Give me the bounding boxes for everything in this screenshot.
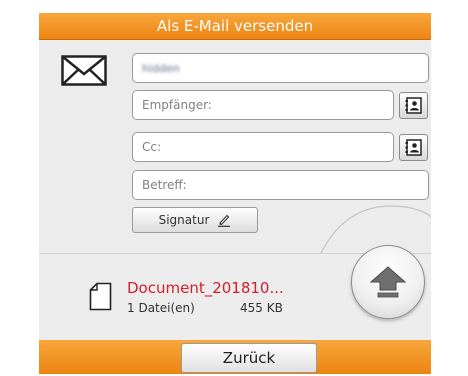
pen-icon	[217, 213, 231, 227]
signature-label: Signatur	[158, 213, 210, 227]
envelope-icon	[61, 55, 107, 86]
send-upload-button[interactable]	[351, 245, 425, 319]
attachment-name: Document_201810...	[127, 279, 284, 297]
address-book-icon	[405, 139, 422, 156]
attachment-count: 1 Datei(en)	[127, 301, 195, 315]
address-book-icon	[405, 97, 422, 114]
subject-input[interactable]: Betreff:	[132, 170, 429, 200]
send-email-dialog: Als E-Mail versenden hidden Empfänger: C…	[39, 13, 431, 374]
recipient-placeholder: Empfänger:	[142, 98, 212, 112]
cc-placeholder: Cc:	[142, 140, 162, 154]
upload-arrow-icon	[369, 266, 407, 298]
signature-button[interactable]: Signatur	[132, 207, 258, 233]
subject-placeholder: Betreff:	[142, 178, 187, 192]
cc-address-book-button[interactable]	[399, 134, 428, 161]
recipient-input[interactable]: Empfänger:	[132, 90, 394, 120]
sender-value: hidden	[142, 62, 180, 75]
bottom-bar: Zurück	[39, 340, 431, 374]
sender-field[interactable]: hidden	[132, 53, 429, 83]
cc-input[interactable]: Cc:	[132, 132, 394, 162]
dialog-title: Als E-Mail versenden	[39, 13, 431, 40]
back-button[interactable]: Zurück	[181, 343, 317, 373]
document-icon	[89, 282, 112, 311]
attachment-size: 455 KB	[240, 301, 283, 315]
recipient-address-book-button[interactable]	[399, 92, 428, 119]
